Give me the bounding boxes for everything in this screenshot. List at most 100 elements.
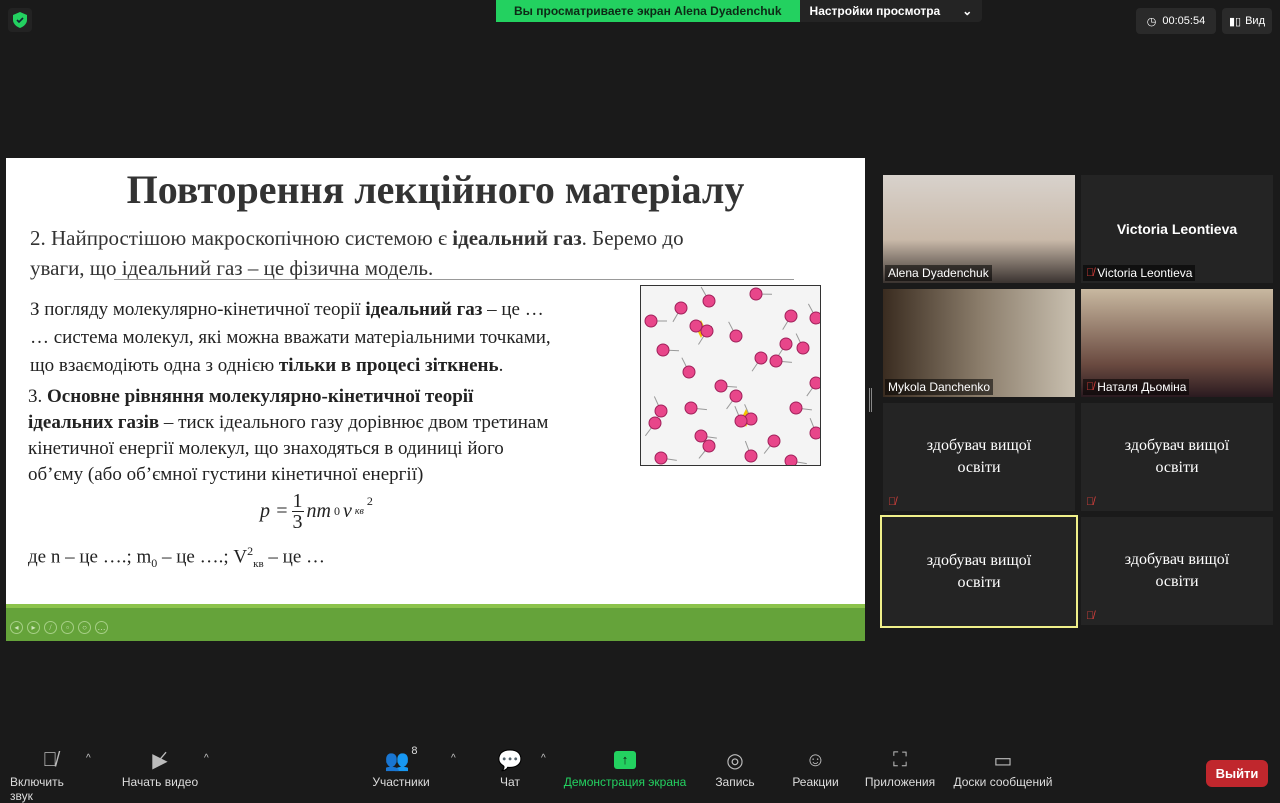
leave-button[interactable]: Выйти	[1206, 760, 1268, 787]
slide-question: де n – це ….; m0 – це ….; V2кв – це …	[28, 538, 325, 577]
molecule	[770, 355, 782, 367]
participants-label: Участники	[372, 775, 429, 789]
record-icon: ◎	[726, 745, 743, 775]
participant-name-label: 🎙̸Victoria Leontieva	[1083, 265, 1195, 281]
participant-tile[interactable]: 🎙̸Наталя Дьоміна	[1081, 289, 1273, 397]
molecule	[655, 405, 667, 417]
molecule	[645, 315, 657, 327]
start-video-button[interactable]: ▶̸Начать видео	[120, 745, 200, 789]
reactions-label: Реакции	[792, 775, 838, 789]
participants-options-caret[interactable]: ^	[451, 753, 456, 764]
participant-tile[interactable]: здобувач вищої освіти	[880, 515, 1078, 628]
audio-options-caret[interactable]: ^	[86, 753, 91, 764]
molecule	[785, 310, 797, 322]
molecule	[657, 344, 669, 356]
participant-name-label: 🎙̸	[1083, 609, 1097, 623]
formula: p = 13 nm0vкв2	[260, 491, 373, 532]
molecule	[785, 455, 797, 466]
share-screen-label: Демонстрация экрана	[564, 775, 687, 789]
slides-icon[interactable]: ▫	[61, 621, 74, 634]
zoom-icon[interactable]: ○	[78, 621, 91, 634]
molecule	[745, 450, 757, 462]
molecule	[683, 366, 695, 378]
molecule	[695, 430, 707, 442]
apps-icon: ⛶	[893, 745, 907, 775]
share-screen-icon: ↑	[614, 745, 636, 775]
participants-button[interactable]: 👥8Участники	[366, 745, 436, 789]
chat-options-caret[interactable]: ^	[541, 753, 546, 764]
video-options-caret[interactable]: ^	[204, 753, 209, 764]
participant-tile[interactable]: здобувач вищої освіти 🎙̸	[883, 403, 1075, 511]
molecule	[797, 342, 809, 354]
molecule	[703, 295, 715, 307]
record-label: Запись	[715, 775, 754, 789]
slide-paragraph-2: 2. Найпростішою макроскопічною системою …	[30, 223, 684, 283]
molecule	[735, 415, 747, 427]
molecule	[780, 338, 792, 350]
more-icon[interactable]: …	[95, 621, 108, 634]
participant-tile[interactable]: Victoria Leontieva🎙̸Victoria Leontieva	[1081, 175, 1273, 283]
view-button[interactable]: ▮▯Вид	[1222, 8, 1272, 34]
chat-button[interactable]: 💬Чат	[490, 745, 530, 789]
whiteboards-button[interactable]: ▭Доски сообщений	[948, 745, 1058, 789]
participant-name-label: 🎙̸	[885, 495, 899, 509]
molecule	[685, 402, 697, 414]
molecule	[810, 427, 821, 439]
participant-name-label: Alena Dyadenchuk	[885, 265, 992, 281]
chat-icon: 💬	[498, 745, 523, 775]
next-slide-icon[interactable]: ▸	[27, 621, 40, 634]
mic-muted-icon: 🎙̸	[1086, 610, 1094, 622]
participant-tile[interactable]: здобувач вищої освіти 🎙̸	[1081, 403, 1273, 511]
participant-name-label: 🎙̸	[1083, 495, 1097, 509]
reactions-button[interactable]: ☺Реакции	[788, 745, 843, 789]
molecule	[730, 390, 742, 402]
apps-label: Приложения	[865, 775, 935, 789]
mic-muted-icon: 🎙̸	[888, 496, 896, 508]
view-settings-button[interactable]: Настройки просмотра⌄	[800, 0, 983, 22]
slide-paragraph-mkt: З погляду молекулярно-кінетичної теорії …	[30, 296, 551, 380]
participant-tile[interactable]: Mykola Danchenko	[883, 289, 1075, 397]
participant-tile[interactable]: Alena Dyadenchuk	[883, 175, 1075, 283]
participants-icon: 👥8	[384, 745, 417, 775]
grid-view-icon: ▮▯	[1229, 15, 1241, 28]
molecule	[790, 402, 802, 414]
pen-icon[interactable]: /	[44, 621, 57, 634]
molecule	[750, 288, 762, 300]
participant-name-label: Mykola Danchenko	[885, 379, 993, 395]
whiteboard-icon: ▭	[994, 745, 1013, 775]
molecule	[655, 452, 667, 464]
molecule	[768, 435, 780, 447]
record-button[interactable]: ◎Запись	[710, 745, 760, 789]
participant-display-name: здобувач вищої освіти	[1081, 435, 1273, 479]
molecule	[810, 377, 821, 389]
meeting-timer: ◷00:05:54	[1136, 8, 1216, 34]
panel-resize-handle[interactable]	[869, 388, 872, 412]
viewing-screen-label: Вы просматриваете экран Alena Dyadenchuk	[496, 0, 800, 22]
whiteboards-label: Доски сообщений	[953, 775, 1052, 789]
shared-slide: Повторення лекційного матеріалу 2. Найпр…	[6, 158, 865, 641]
previous-slide-icon[interactable]: ◂	[10, 621, 23, 634]
molecule	[690, 320, 702, 332]
molecule	[649, 417, 661, 429]
share-screen-button[interactable]: ↑Демонстрация экрана	[560, 745, 690, 789]
divider	[114, 279, 794, 280]
molecule	[755, 352, 767, 364]
participant-name-label: 🎙̸Наталя Дьоміна	[1083, 379, 1189, 395]
unmute-button[interactable]: 🎙̸Включить звук	[10, 745, 90, 803]
mic-muted-icon: 🎙̸	[1086, 496, 1094, 508]
chat-label: Чат	[500, 775, 520, 789]
timer-value: 00:05:54	[1162, 15, 1205, 27]
participant-tile[interactable]: здобувач вищої освіти 🎙̸	[1081, 517, 1273, 625]
start-video-label: Начать видео	[122, 775, 198, 789]
apps-button[interactable]: ⛶Приложения	[860, 745, 940, 789]
participant-display-name: здобувач вищої освіти	[883, 435, 1075, 479]
ideal-gas-molecules-diagram	[640, 285, 821, 466]
participant-display-name: здобувач вищої освіти	[1081, 549, 1273, 593]
meeting-toolbar: 🎙̸Включить звук ^ ▶̸Начать видео ^ 👥8Уча…	[0, 745, 1280, 800]
molecule	[703, 440, 715, 452]
slide-title: Повторення лекційного матеріалу	[6, 166, 865, 213]
molecule	[675, 302, 687, 314]
mic-muted-icon: 🎙̸	[1086, 381, 1094, 393]
chevron-down-icon: ⌄	[962, 4, 972, 18]
security-shield-icon[interactable]	[8, 8, 32, 32]
